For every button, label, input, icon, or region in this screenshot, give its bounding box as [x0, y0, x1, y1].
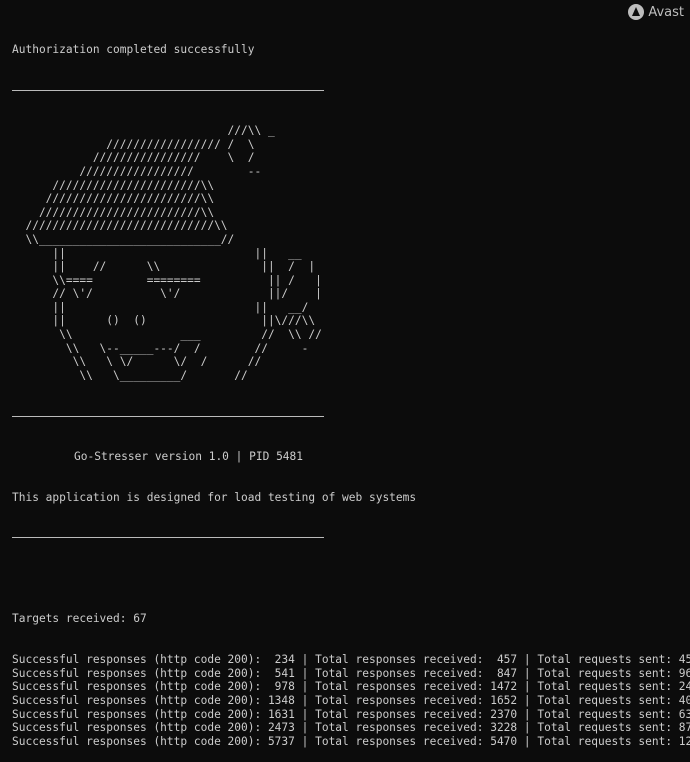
- targets-line: Targets received: 67: [12, 612, 147, 626]
- ascii-art-line: \\___________________________//: [12, 232, 235, 246]
- ascii-art-line: || || __: [12, 246, 302, 260]
- response-row: Successful responses (http code 200): 57…: [12, 734, 690, 748]
- ascii-art-line: \\ \ \/ \/ / //: [12, 355, 262, 369]
- ascii-art-line: \\==== ======== || / |: [12, 273, 322, 287]
- response-row: Successful responses (http code 200): 54…: [12, 666, 690, 680]
- divider-bottom: [12, 537, 324, 539]
- ascii-art-line: ///////////////////////\\: [12, 192, 215, 206]
- response-row: Successful responses (http code 200): 13…: [12, 693, 690, 707]
- response-row: Successful responses (http code 200): 23…: [12, 653, 690, 667]
- ascii-art-line: // \'/ \'/ ||/ |: [12, 287, 322, 301]
- ascii-art-line: || // \\ || / |: [12, 260, 316, 274]
- ascii-art-line: \\ \_________/ //: [12, 368, 248, 382]
- ascii-art-line: //////////////// \ /: [12, 151, 255, 165]
- ascii-art-line: ////////////////////////\\: [12, 205, 215, 219]
- terminal-output: Authorization completed successfully ///…: [12, 16, 690, 762]
- ascii-art-line: ///////////////// --: [12, 164, 262, 178]
- ascii-art-banner: ///\\ _ ///////////////// / \ //////////…: [12, 124, 690, 382]
- response-row: Successful responses (http code 200): 97…: [12, 680, 690, 694]
- version-line: Go-Stresser version 1.0 | PID 5481: [74, 449, 304, 463]
- response-row: Successful responses (http code 200): 16…: [12, 707, 690, 721]
- ascii-art-line: || || __/: [12, 300, 309, 314]
- divider-middle: [12, 415, 324, 417]
- ascii-art-line: || () () ||\///\\: [12, 314, 316, 328]
- ascii-art-line: ////////////////////////////\\: [12, 219, 228, 233]
- ascii-art-line: ///////////////// / \: [12, 137, 255, 151]
- divider-top: [12, 89, 324, 91]
- ascii-art-line: \\ ___ // \\ //: [12, 328, 322, 342]
- ascii-art-line: ///\\ _: [12, 124, 275, 138]
- ascii-art-line: //////////////////////\\: [12, 178, 215, 192]
- auth-message: Authorization completed successfully: [12, 43, 255, 57]
- response-row: Successful responses (http code 200): 24…: [12, 721, 690, 735]
- ascii-art-line: \\ \--_____---/ / // -: [12, 341, 309, 355]
- response-log: Successful responses (http code 200): 23…: [12, 653, 690, 748]
- description-line: This application is designed for load te…: [12, 490, 417, 504]
